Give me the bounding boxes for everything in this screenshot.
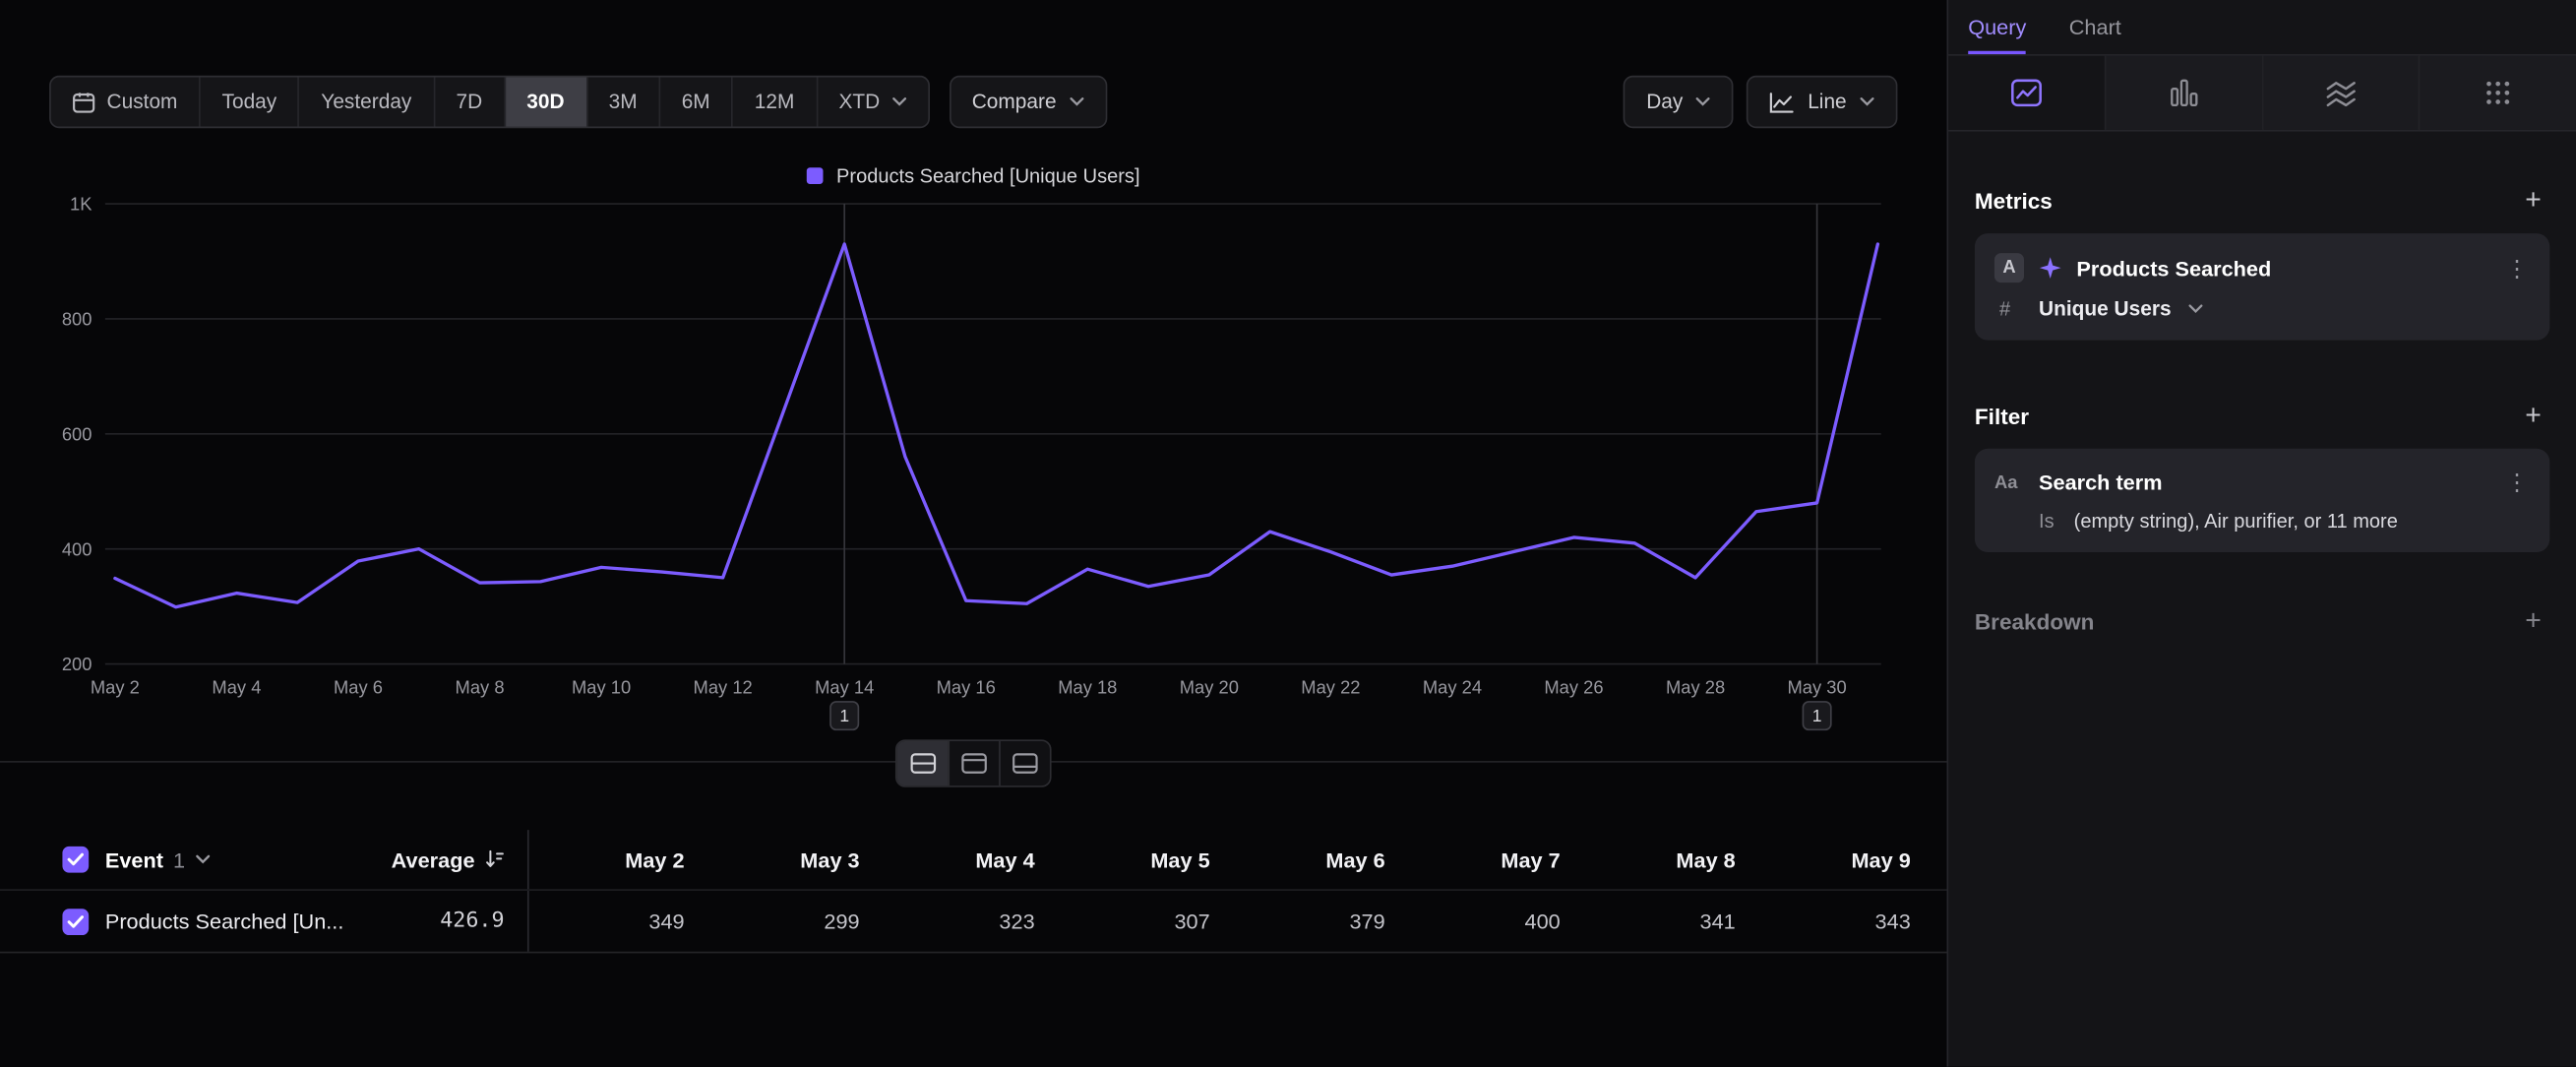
layout-bottom-icon xyxy=(1012,753,1038,775)
query-panel: Query Chart xyxy=(1947,0,2576,1067)
layout-toggle xyxy=(895,739,1052,786)
svg-text:800: 800 xyxy=(62,309,92,330)
chart-type-stacked-button[interactable] xyxy=(2263,56,2421,130)
filter-card: Aa Search term ⋮ Is (empty string), Air … xyxy=(1975,449,2549,552)
svg-text:May 20: May 20 xyxy=(1180,677,1239,698)
svg-text:May 10: May 10 xyxy=(572,677,631,698)
filter-property-name: Search term xyxy=(2039,471,2488,495)
table-row: Products Searched [Un... 426.9 349 299 3… xyxy=(0,891,1947,953)
kebab-menu-icon[interactable]: ⋮ xyxy=(2504,254,2531,282)
add-metric-button[interactable]: + xyxy=(2517,184,2549,217)
metrics-heading: Metrics xyxy=(1975,188,2053,213)
metric-name: Products Searched xyxy=(2076,256,2488,281)
svg-text:May 2: May 2 xyxy=(91,677,140,698)
layout-table-only-button[interactable] xyxy=(999,741,1050,785)
svg-text:May 22: May 22 xyxy=(1301,677,1360,698)
line-chart: 200 400 600 800 1K May 2 May 4 May 6 May 8 May 10… xyxy=(0,0,1947,739)
chevron-down-icon[interactable] xyxy=(195,854,210,864)
svg-text:May 4: May 4 xyxy=(212,677,261,698)
cell-value: 349 xyxy=(529,909,705,933)
svg-text:May 12: May 12 xyxy=(694,677,753,698)
svg-text:May 8: May 8 xyxy=(456,677,505,698)
layout-split-icon xyxy=(909,753,936,775)
cell-value: 307 xyxy=(1055,909,1230,933)
aggregation-selector[interactable]: # Unique Users xyxy=(1994,297,2530,320)
date-column-header: May 4 xyxy=(880,847,1055,872)
cell-value: 379 xyxy=(1230,909,1405,933)
sort-icon[interactable] xyxy=(485,849,505,869)
svg-text:1: 1 xyxy=(1812,706,1822,725)
add-filter-button[interactable]: + xyxy=(2517,400,2549,432)
insights-report: Custom Today Yesterday 7D 30D 3M 6M 12M … xyxy=(0,0,2576,1067)
tab-query[interactable]: Query xyxy=(1968,0,2026,54)
date-column-header: May 8 xyxy=(1580,847,1755,872)
string-type-icon: Aa xyxy=(1994,472,2024,492)
row-average-value: 426.9 xyxy=(440,909,504,933)
svg-text:1: 1 xyxy=(839,706,849,725)
date-column-header: May 6 xyxy=(1230,847,1405,872)
select-all-checkbox[interactable] xyxy=(62,847,89,873)
add-breakdown-button[interactable]: + xyxy=(2517,604,2549,637)
svg-text:600: 600 xyxy=(62,423,92,444)
filter-operator: Is xyxy=(2039,510,2055,533)
filter-heading: Filter xyxy=(1975,404,2029,428)
row-event-name: Products Searched [Un... xyxy=(105,909,344,933)
svg-text:May 30: May 30 xyxy=(1788,677,1847,698)
svg-text:May 18: May 18 xyxy=(1058,677,1117,698)
chart-pane: Custom Today Yesterday 7D 30D 3M 6M 12M … xyxy=(0,0,1947,1067)
cell-value: 400 xyxy=(1405,909,1580,933)
svg-text:400: 400 xyxy=(62,538,92,559)
svg-text:May 26: May 26 xyxy=(1544,677,1603,698)
breakdown-heading: Breakdown xyxy=(1975,609,2095,634)
panel-tabbar: Query Chart xyxy=(1948,0,2576,56)
event-column-header[interactable]: Event xyxy=(105,847,163,872)
chevron-down-icon xyxy=(2187,304,2202,314)
event-count: 1 xyxy=(173,847,185,872)
dot-grid-icon xyxy=(2484,79,2512,106)
cell-value: 341 xyxy=(1580,909,1755,933)
date-column-header: May 2 xyxy=(529,847,705,872)
cell-value: 343 xyxy=(1755,909,1931,933)
svg-text:May 24: May 24 xyxy=(1423,677,1482,698)
table-header-row: Event 1 Average May 2 May 3 May 4 May 5 … xyxy=(0,830,1947,891)
number-symbol-icon: # xyxy=(1999,297,2022,320)
svg-text:200: 200 xyxy=(62,654,92,674)
chart-type-bar-button[interactable] xyxy=(2106,56,2263,130)
date-column-header: May 7 xyxy=(1405,847,1580,872)
tab-chart[interactable]: Chart xyxy=(2069,0,2121,54)
cell-value: 299 xyxy=(705,909,880,933)
chart-type-selector xyxy=(1948,56,2576,132)
bar-chart-icon xyxy=(2170,79,2197,106)
layout-chart-only-button[interactable] xyxy=(948,741,999,785)
stacked-lines-icon xyxy=(2326,80,2356,106)
line-chart-icon xyxy=(2010,79,2042,106)
row-checkbox[interactable] xyxy=(62,908,89,934)
aggregation-label: Unique Users xyxy=(2039,297,2172,320)
average-column-header[interactable]: Average xyxy=(392,847,475,872)
svg-text:1K: 1K xyxy=(70,194,92,215)
chart-type-line-button[interactable] xyxy=(1948,56,2106,130)
series-letter-badge: A xyxy=(1994,253,2024,282)
metric-row[interactable]: A Products Searched ⋮ xyxy=(1994,253,2530,282)
event-sparkle-icon xyxy=(2039,256,2061,279)
date-column-header: May 9 xyxy=(1755,847,1931,872)
filter-row[interactable]: Aa Search term ⋮ xyxy=(1994,469,2530,496)
filter-condition[interactable]: Is (empty string), Air purifier, or 11 m… xyxy=(1994,510,2530,533)
svg-text:May 14: May 14 xyxy=(815,677,874,698)
svg-text:May 16: May 16 xyxy=(937,677,996,698)
kebab-menu-icon[interactable]: ⋮ xyxy=(2504,469,2531,496)
date-column-header: May 5 xyxy=(1055,847,1230,872)
results-table: Event 1 Average May 2 May 3 May 4 May 5 … xyxy=(0,830,1947,953)
cell-value: 323 xyxy=(880,909,1055,933)
layout-split-button[interactable] xyxy=(897,741,949,785)
metric-card: A Products Searched ⋮ # Unique Users xyxy=(1975,233,2549,341)
svg-text:May 6: May 6 xyxy=(334,677,383,698)
svg-text:May 28: May 28 xyxy=(1666,677,1725,698)
filter-value: (empty string), Air purifier, or 11 more xyxy=(2074,510,2398,533)
date-column-header: May 3 xyxy=(705,847,880,872)
chart-type-metric-button[interactable] xyxy=(2421,56,2576,130)
layout-top-icon xyxy=(961,753,988,775)
